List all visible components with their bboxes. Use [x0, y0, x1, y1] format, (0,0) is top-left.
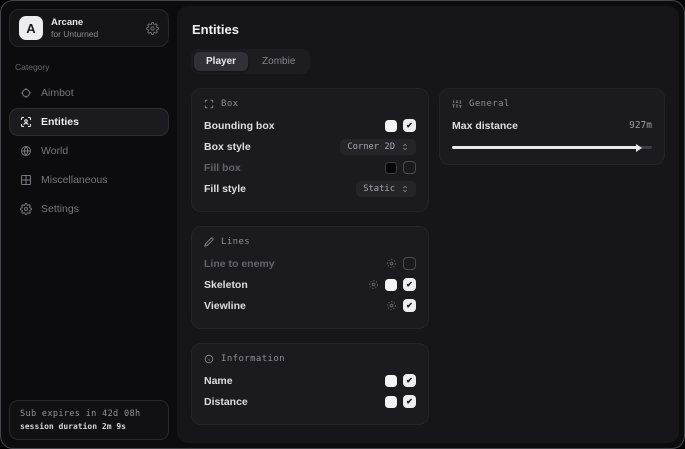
setting-row: Max distance 927m: [452, 115, 652, 136]
sliders-icon: [452, 99, 462, 109]
color-swatch[interactable]: [385, 120, 397, 132]
sidebar-item-label: World: [41, 145, 68, 157]
general-card: General Max distance 927m: [439, 88, 665, 165]
app-logo: A: [19, 16, 43, 40]
fill-style-dropdown[interactable]: Static: [356, 181, 416, 197]
lines-card: Lines Line to enemy Skeleton: [191, 226, 429, 329]
box-card: Box Bounding box Box style Corne: [191, 88, 429, 212]
bounding-box-checkbox[interactable]: [403, 119, 416, 132]
sidebar-item-entities[interactable]: Entities: [9, 108, 169, 136]
setting-row: Skeleton: [204, 274, 416, 295]
grid-icon: [20, 174, 32, 186]
page-title: Entities: [192, 22, 665, 37]
card-title: Lines: [221, 237, 250, 247]
setting-row: Viewline: [204, 295, 416, 316]
max-distance-slider[interactable]: [452, 142, 652, 152]
info-icon: [204, 354, 214, 364]
globe-icon: [20, 145, 32, 157]
corner-brackets-icon: [204, 99, 214, 109]
color-swatch[interactable]: [385, 279, 397, 291]
sidebar-item-world[interactable]: World: [9, 137, 169, 165]
gear-icon[interactable]: [386, 300, 397, 311]
category-label: Category: [15, 62, 163, 72]
sidebar-item-label: Settings: [41, 203, 79, 215]
sidebar-item-label: Entities: [41, 116, 79, 128]
max-distance-value: 927m: [629, 120, 652, 131]
profile-card: A Arcane for Unturned: [9, 9, 169, 47]
slider-fill: [452, 146, 637, 149]
color-swatch[interactable]: [385, 396, 397, 408]
setting-row: Bounding box: [204, 115, 416, 136]
crosshair-icon: [20, 87, 32, 99]
sidebar: A Arcane for Unturned Category Aimbot: [1, 1, 177, 448]
gear-icon[interactable]: [146, 22, 159, 35]
sidebar-item-settings[interactable]: Settings: [9, 195, 169, 223]
app-subtitle: for Unturned: [51, 29, 98, 39]
pencil-icon: [204, 237, 214, 247]
gear-icon: [20, 203, 32, 215]
setting-row: Fill box: [204, 157, 416, 178]
setting-row: Name: [204, 370, 416, 391]
gear-icon[interactable]: [368, 279, 379, 290]
main-panel: Entities Player Zombie Box Bounding box: [177, 6, 679, 443]
session-duration-text: session duration 2m 9s: [20, 422, 158, 431]
information-card: Information Name Distance: [191, 343, 429, 425]
fill-box-checkbox[interactable]: [403, 161, 416, 174]
card-title: Box: [221, 99, 238, 109]
color-swatch[interactable]: [385, 162, 397, 174]
subscription-status: Sub expires in 42d 08h session duration …: [9, 400, 169, 440]
card-title: General: [469, 99, 510, 109]
sidebar-item-label: Miscellaneous: [41, 174, 108, 186]
tab-player[interactable]: Player: [194, 52, 248, 71]
sidebar-item-miscellaneous[interactable]: Miscellaneous: [9, 166, 169, 194]
line-to-enemy-checkbox[interactable]: [403, 257, 416, 270]
app-title: Arcane: [51, 17, 98, 28]
chevrons-up-down-icon: [401, 185, 409, 193]
box-style-dropdown[interactable]: Corner 2D: [340, 139, 416, 155]
setting-row: Box style Corner 2D: [204, 136, 416, 157]
sub-expiry-text: Sub expires in 42d 08h: [20, 409, 158, 419]
entity-scan-icon: [20, 116, 32, 128]
gear-icon[interactable]: [386, 258, 397, 269]
name-checkbox[interactable]: [403, 374, 416, 387]
sidebar-item-label: Aimbot: [41, 87, 74, 99]
tab-zombie[interactable]: Zombie: [250, 52, 307, 71]
sidebar-item-aimbot[interactable]: Aimbot: [9, 79, 169, 107]
setting-row: Fill style Static: [204, 178, 416, 199]
viewline-checkbox[interactable]: [403, 299, 416, 312]
skeleton-checkbox[interactable]: [403, 278, 416, 291]
distance-checkbox[interactable]: [403, 395, 416, 408]
app-window: A Arcane for Unturned Category Aimbot: [0, 0, 685, 449]
card-title: Information: [221, 354, 285, 364]
setting-row: Distance: [204, 391, 416, 412]
color-swatch[interactable]: [385, 375, 397, 387]
sidebar-nav: Aimbot Entities World Miscellaneous: [9, 79, 169, 223]
chevrons-up-down-icon: [401, 143, 409, 151]
setting-row: Line to enemy: [204, 253, 416, 274]
tab-bar: Player Zombie: [191, 49, 310, 74]
